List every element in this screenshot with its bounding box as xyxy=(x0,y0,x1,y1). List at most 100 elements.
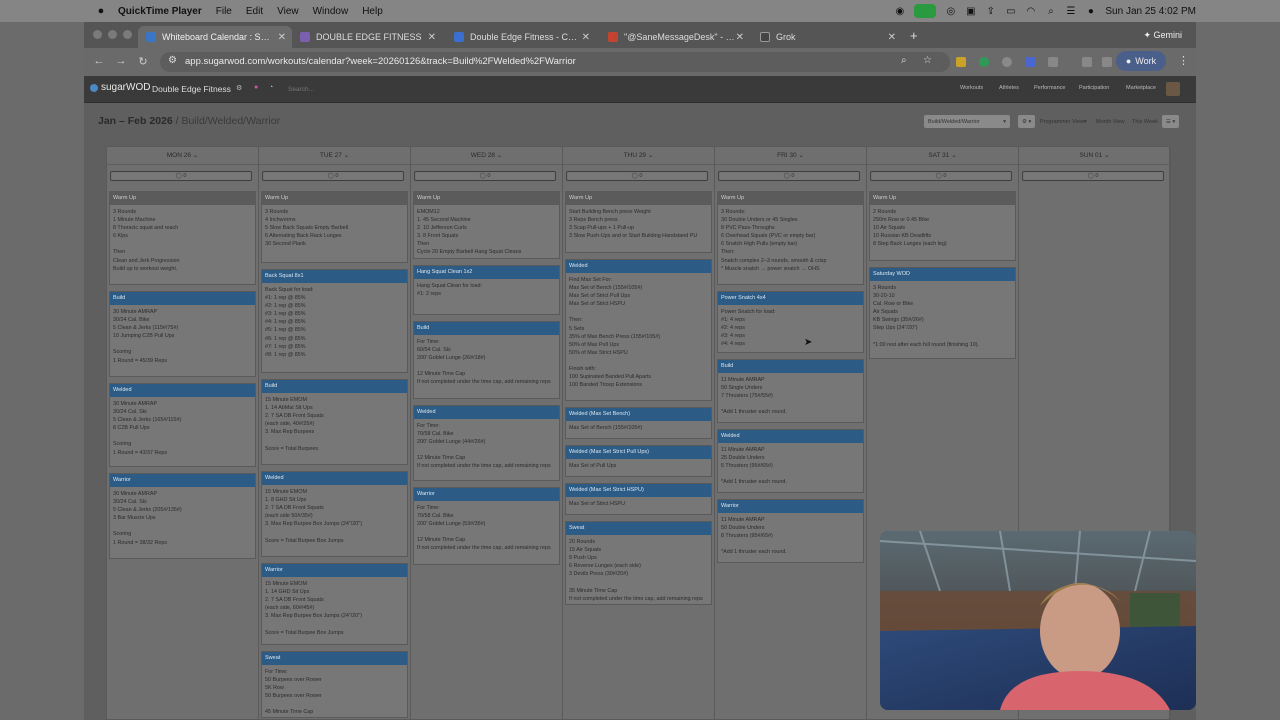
workout-card[interactable]: Warm Up Start Building Bench press Weight… xyxy=(565,191,712,253)
address-bar[interactable]: ⚙ app.sugarwod.com/workouts/calendar?wee… xyxy=(160,52,950,72)
workout-card-title[interactable]: Build xyxy=(718,360,863,373)
workout-card-title[interactable]: Welded xyxy=(262,472,407,485)
workout-card[interactable]: Power Snatch 4x4 Power Snatch for load: #1… xyxy=(717,291,864,353)
menu-edit[interactable]: Edit xyxy=(246,6,263,17)
workout-card-title[interactable]: Warm Up xyxy=(718,192,863,205)
side-panel-icon[interactable] xyxy=(1082,57,1092,67)
print-menu-button[interactable]: ☰ ▾ xyxy=(1162,115,1180,128)
tab-double-edge-fitness[interactable]: DOUBLE EDGE FITNESS ✕ xyxy=(292,26,442,48)
workout-card-title[interactable]: Sweat xyxy=(262,652,407,665)
day-header[interactable]: SAT 31 ⌄ xyxy=(867,147,1018,165)
workout-card-title[interactable]: Hang Squat Clean 1x2 xyxy=(414,266,559,279)
workout-card[interactable]: Warm Up EMOM12 1. 45 Second Machine 2. 10 J… xyxy=(413,191,560,259)
day-header[interactable]: MON 26 ⌄ xyxy=(107,147,258,165)
workout-card-title[interactable]: Warm Up xyxy=(262,192,407,205)
minimize-window-button[interactable] xyxy=(108,30,117,39)
url-text[interactable]: app.sugarwod.com/workouts/calendar?week=… xyxy=(185,56,576,67)
workout-card-title[interactable]: Warm Up xyxy=(566,192,711,205)
extensions-puzzle-icon[interactable] xyxy=(1048,57,1058,67)
workout-card-title[interactable]: Back Squat 8x1 xyxy=(262,270,407,283)
nav-marketplace[interactable]: Marketplace xyxy=(1126,85,1156,91)
workout-card-title[interactable]: Welded xyxy=(566,260,711,273)
close-icon[interactable]: ✕ xyxy=(736,32,744,43)
bell-icon[interactable]: ◔ xyxy=(269,84,273,91)
search-input[interactable] xyxy=(288,83,408,95)
workout-card[interactable]: Welded 30 Minute AMRAP 30/24 Cal. Ski 5 Cle… xyxy=(109,383,256,467)
workout-card[interactable]: Build 15 Minute EMOM 1. 14 AbMat Sit Ups 2.… xyxy=(261,379,408,465)
workout-card-title[interactable]: Warm Up xyxy=(414,192,559,205)
gemini-button[interactable]: ✦ Gemini xyxy=(1143,30,1182,41)
workout-card[interactable]: Warrior 15 Minute EMOM 1. 14 GHD Sit Ups 2.… xyxy=(261,563,408,645)
forward-arrow-icon[interactable]: → xyxy=(114,55,128,67)
workout-card[interactable]: Sweat For Time: 50 Burpees over Rower 5K Ro… xyxy=(261,651,408,718)
wifi-icon[interactable]: ◠ xyxy=(1025,6,1036,17)
nav-participation[interactable]: Participation xyxy=(1079,85,1109,91)
menu-file[interactable]: File xyxy=(216,6,232,17)
close-icon[interactable]: ✕ xyxy=(888,32,896,43)
workout-card-title[interactable]: Warrior xyxy=(718,500,863,513)
extension-icon[interactable] xyxy=(956,57,966,67)
settings-icon[interactable]: ⚙ xyxy=(236,84,242,92)
apple-menu-icon[interactable]: ● xyxy=(94,5,108,17)
workout-card[interactable]: Warm Up 3 Rounds: 30 Double Unders or 45 S… xyxy=(717,191,864,285)
sugarwod-logo[interactable]: sugarWOD xyxy=(90,82,150,93)
workout-card[interactable]: Warrior For Time: 70/58 Cal. Bike 200' Gobl… xyxy=(413,487,560,565)
menubar-clock[interactable]: Sun Jan 25 4:02 PM xyxy=(1105,6,1196,17)
workout-card-title[interactable]: Warrior xyxy=(110,474,255,487)
workout-card-title[interactable]: Build xyxy=(110,292,255,305)
maximize-window-button[interactable] xyxy=(123,30,132,39)
workout-card[interactable]: Warm Up 3 Rounds 4 Inchworms 5 Slow Back Sq… xyxy=(261,191,408,263)
track-select[interactable]: Build/Welded/Warrior ▾ xyxy=(924,115,1010,128)
tab-double-edge-calendar[interactable]: Double Edge Fitness - Calenda ✕ xyxy=(446,26,596,48)
tab-grok[interactable]: Grok ✕ xyxy=(752,26,902,48)
comments-button[interactable]: ◯ 0 xyxy=(870,171,1012,181)
day-header[interactable]: FRI 30 ⌄ xyxy=(715,147,866,165)
nav-workouts[interactable]: Workouts xyxy=(960,85,983,91)
workout-card[interactable]: Welded For Time: 70/58 Cal. Bike 200' Goble… xyxy=(413,405,560,481)
back-arrow-icon[interactable]: ← xyxy=(92,55,106,67)
menu-window[interactable]: Window xyxy=(313,6,349,17)
workout-card-title[interactable]: Warrior xyxy=(414,488,559,501)
day-header[interactable]: WED 28 ⌄ xyxy=(411,147,562,165)
comments-button[interactable]: ◯ 0 xyxy=(414,171,556,181)
workout-card-title[interactable]: Sweat xyxy=(566,522,711,535)
browser-menu-icon[interactable]: ⋮ xyxy=(1178,54,1189,67)
workout-card[interactable]: Welded (Max Set Strict HSPU) Max Set of S… xyxy=(565,483,712,515)
workout-card[interactable]: Welded (Max Set Strict Pull Ups) Max Set … xyxy=(565,445,712,477)
profile-button[interactable]: ● Work xyxy=(1116,51,1166,71)
this-week-button[interactable]: This Week xyxy=(1132,115,1158,128)
workout-card-title[interactable]: Warrior xyxy=(262,564,407,577)
gym-name[interactable]: Double Edge Fitness xyxy=(152,84,231,94)
workout-card[interactable]: Build 30 Minute AMRAP 30/24 Cal. Bike 5 Cle… xyxy=(109,291,256,377)
workout-card[interactable]: Welded 15 Minute EMOM 1. 8 GHD Sit Ups 2. 7… xyxy=(261,471,408,557)
workout-card-title[interactable]: Warm Up xyxy=(110,192,255,205)
day-header[interactable]: SUN 01 ⌄ xyxy=(1019,147,1170,165)
comments-button[interactable]: ◯ 0 xyxy=(262,171,404,181)
avatar[interactable] xyxy=(1166,82,1180,96)
programmer-view-button[interactable]: Programmer View ▾ xyxy=(1040,115,1087,128)
workout-card-title[interactable]: Saturday WOD xyxy=(870,268,1015,281)
menu-view[interactable]: View xyxy=(277,6,299,17)
facetime-video-icon[interactable] xyxy=(914,4,937,18)
workout-card-title[interactable]: Power Snatch 4x4 xyxy=(718,292,863,305)
grammarly-icon[interactable] xyxy=(979,57,989,67)
workout-card[interactable]: Warrior 30 Minute AMRAP 30/24 Cal. Ski 5 Cl… xyxy=(109,473,256,559)
comments-button[interactable]: ◯ 0 xyxy=(1022,171,1164,181)
workout-card[interactable]: Saturday WOD 3 Rounds 30-20-10 Cal. Row or … xyxy=(869,267,1016,359)
search-icon[interactable]: ⌕ xyxy=(1045,6,1056,17)
new-tab-plus-icon[interactable]: + xyxy=(910,28,918,43)
nav-performance[interactable]: Performance xyxy=(1034,85,1066,91)
bookmark-star-icon[interactable]: ☆ xyxy=(923,55,932,66)
workout-card-title[interactable]: Build xyxy=(262,380,407,393)
close-icon[interactable]: ✕ xyxy=(278,32,286,43)
nav-athletes[interactable]: Athletes xyxy=(999,85,1019,91)
workout-card[interactable]: Welded (Max Set Bench) Max Set of Bench (… xyxy=(565,407,712,439)
workout-card-title[interactable]: Warm Up xyxy=(870,192,1015,205)
workout-card[interactable]: Welded Find Max Set For: Max Set of Bench … xyxy=(565,259,712,401)
workout-card[interactable]: Warm Up 2 Rounds 250m Row or 0.45 Bike 10 A… xyxy=(869,191,1016,261)
workout-card[interactable]: Back Squat 8x1 Back Squat for load: #1: 1 … xyxy=(261,269,408,373)
workout-card[interactable]: Hang Squat Clean 1x2 Hang Squat Clean for… xyxy=(413,265,560,315)
notification-icon[interactable]: ● xyxy=(254,84,258,91)
close-icon[interactable]: ✕ xyxy=(582,32,590,43)
workout-card[interactable]: Warrior 11 Minute AMRAP 50 Double Unders 8 … xyxy=(717,499,864,563)
